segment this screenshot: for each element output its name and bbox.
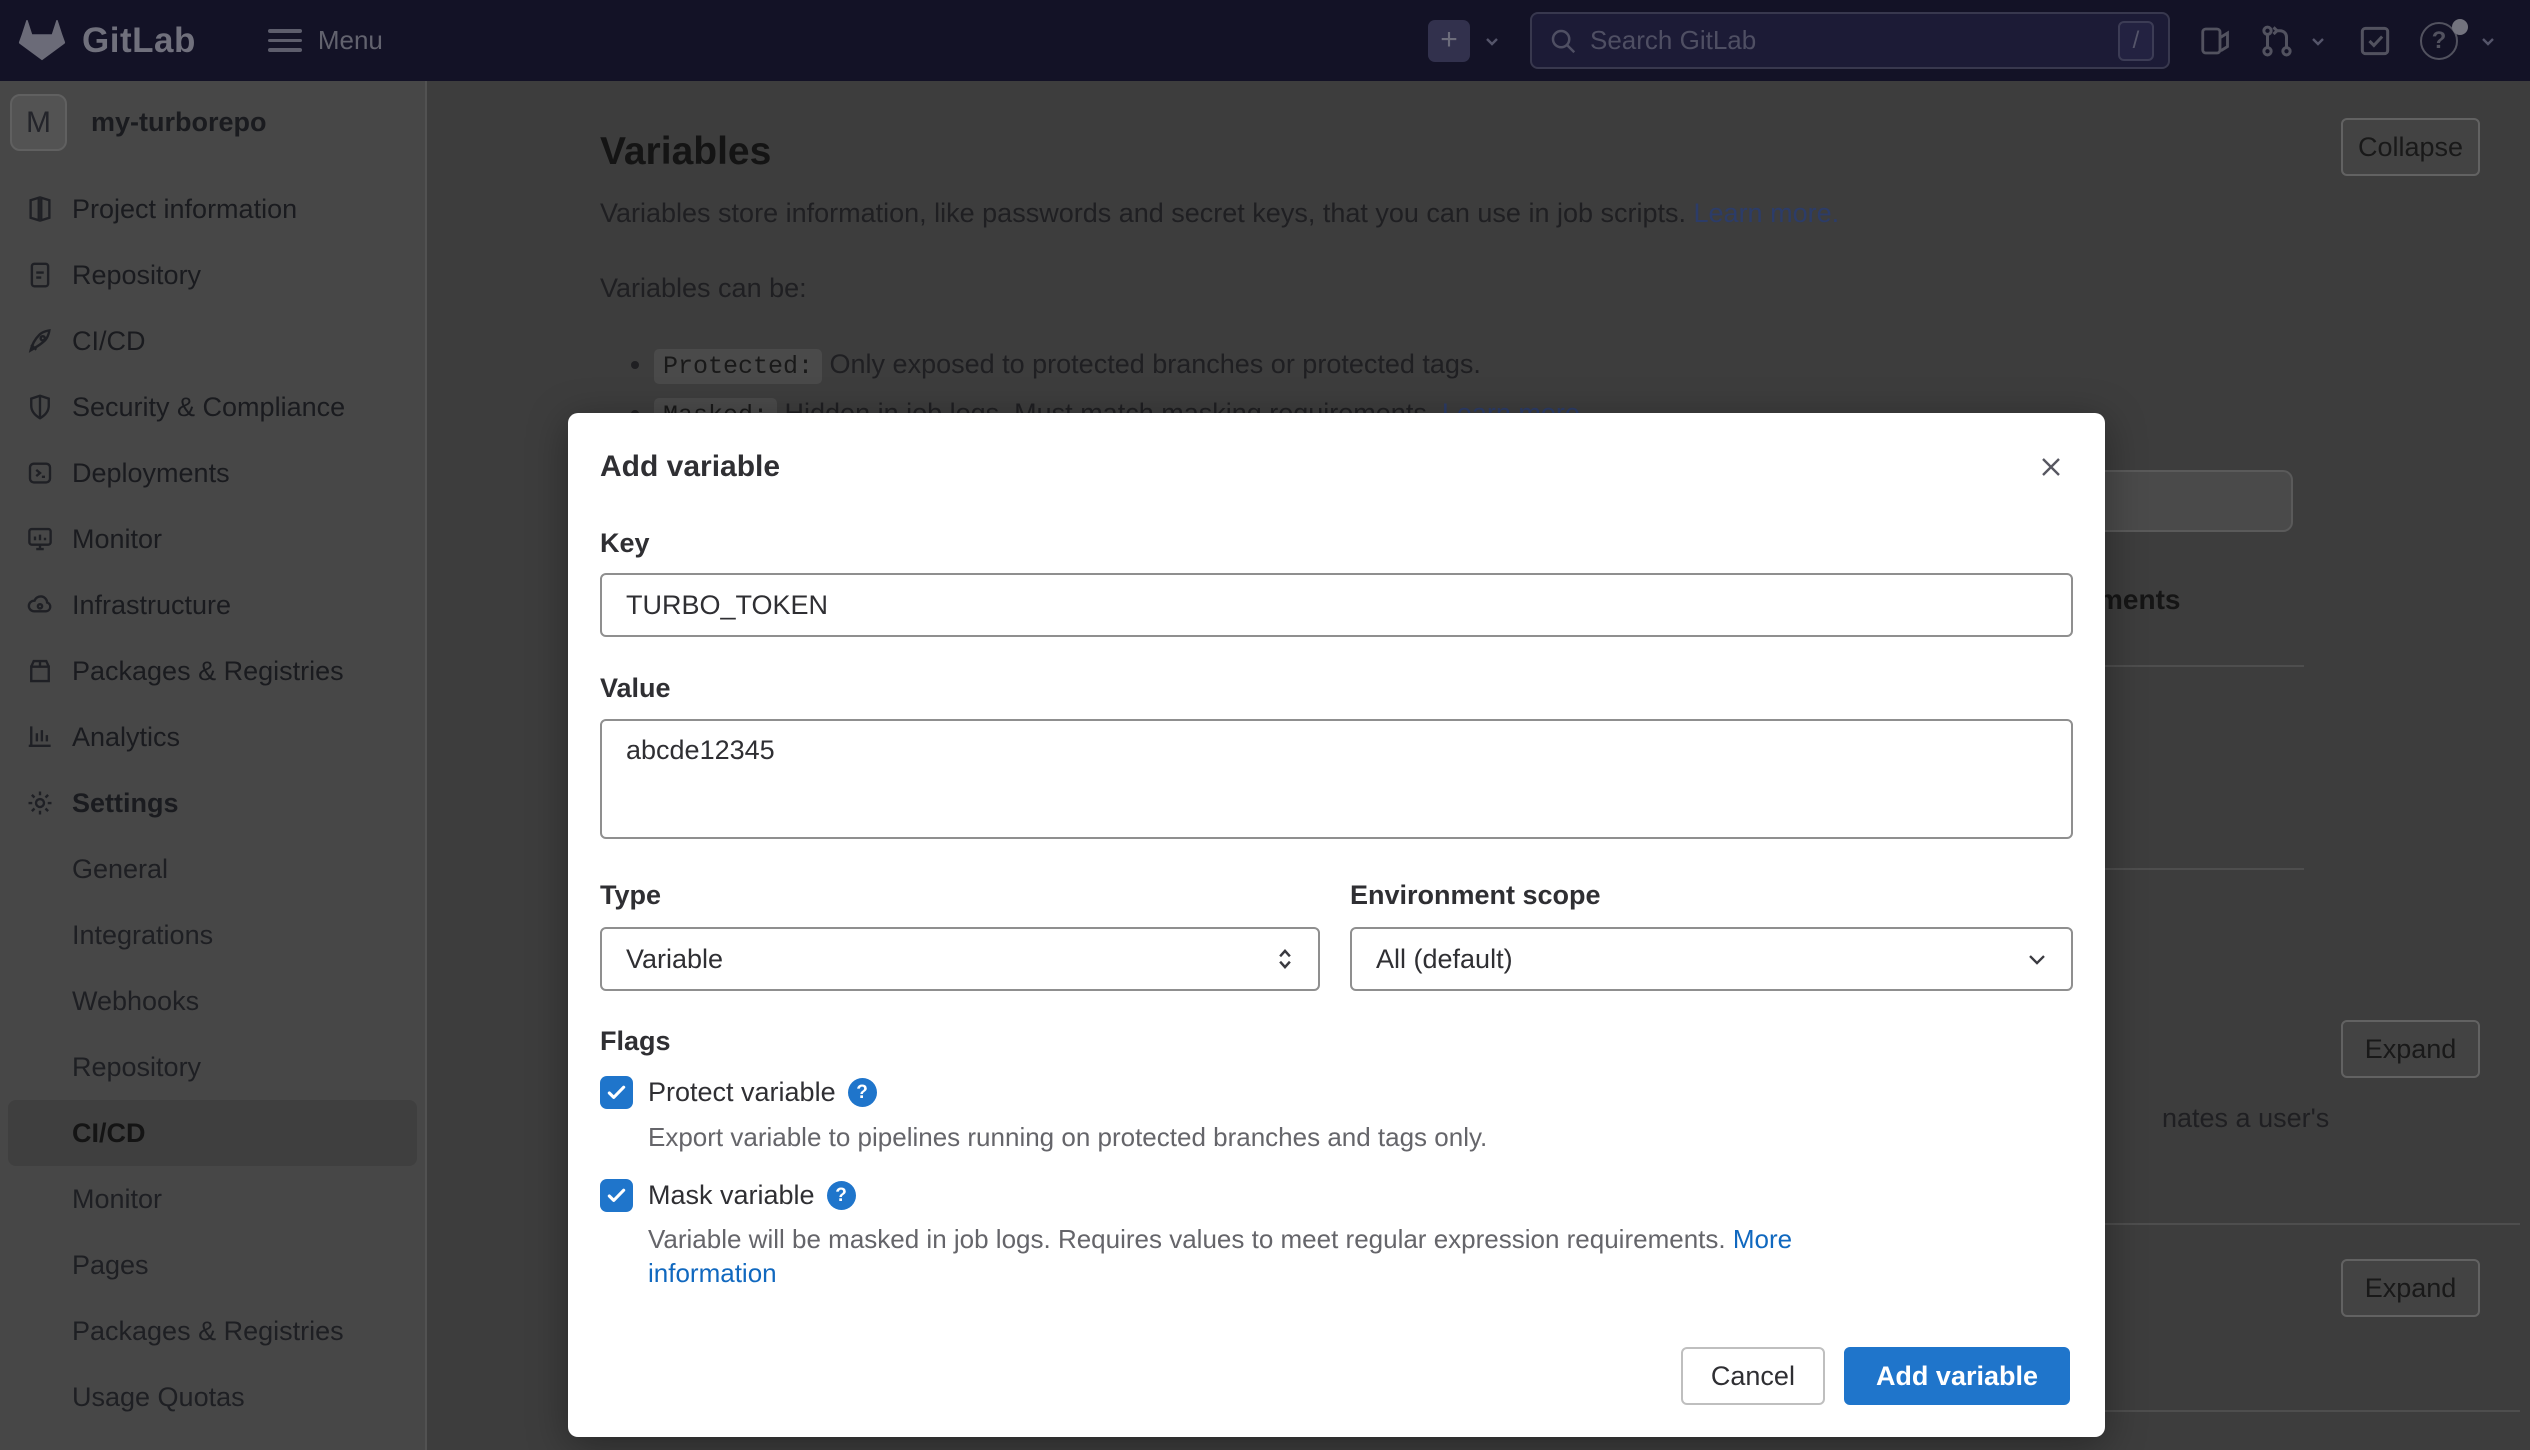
environment-scope-label: Environment scope [1350, 882, 2073, 909]
sidebar-subitem-usage-quotas[interactable]: Usage Quotas [0, 1364, 425, 1430]
help-icon[interactable]: ? [827, 1181, 856, 1210]
protect-variable-checkbox[interactable] [600, 1076, 633, 1109]
sidebar-item-deployments[interactable]: Deployments [0, 440, 425, 506]
key-input[interactable] [600, 573, 2073, 637]
rocket-icon [25, 326, 55, 356]
environment-scope-select[interactable]: All (default) [1350, 927, 2073, 991]
top-navbar: GitLab Menu + / [0, 0, 2530, 81]
project-avatar: M [10, 94, 67, 151]
hamburger-icon [268, 23, 302, 58]
sidebar-item-repository[interactable]: Repository [0, 242, 425, 308]
type-label: Type [600, 882, 1320, 909]
todos-icon[interactable] [2356, 22, 2394, 60]
value-textarea[interactable]: abcde12345 [600, 719, 2073, 839]
protect-variable-label[interactable]: Protect variable [648, 1077, 836, 1108]
left-sidebar: M my-turborepo Project information Repos… [0, 81, 427, 1450]
menu-button[interactable]: Menu [268, 23, 383, 58]
page-title: Variables [600, 130, 771, 174]
issues-icon[interactable] [2196, 23, 2232, 59]
add-variable-button[interactable]: Add variable [1844, 1347, 2070, 1405]
chart-icon [25, 722, 55, 752]
monitor-icon [25, 524, 55, 554]
expand-button[interactable]: Expand [2341, 1259, 2480, 1317]
mask-variable-label[interactable]: Mask variable [648, 1180, 815, 1211]
key-label: Key [600, 530, 2073, 557]
variables-list-intro: Variables can be: [600, 273, 807, 304]
protect-variable-row: Protect variable ? [600, 1076, 2073, 1109]
sidebar-subitem-general[interactable]: General [0, 836, 425, 902]
package-icon [25, 656, 55, 686]
expand-button[interactable]: Expand [2341, 1020, 2480, 1078]
book-icon [25, 194, 55, 224]
notification-dot [2452, 19, 2468, 35]
close-icon[interactable] [2035, 451, 2067, 483]
protect-variable-description: Export variable to pipelines running on … [648, 1120, 1918, 1154]
sidebar-subitem-webhooks[interactable]: Webhooks [0, 968, 425, 1034]
sidebar-item-security[interactable]: Security & Compliance [0, 374, 425, 440]
cancel-button[interactable]: Cancel [1681, 1347, 1825, 1405]
gear-icon [25, 788, 55, 818]
divider [2040, 1410, 2520, 1412]
add-variable-modal: Add variable Key Value abcde12345 Type V… [568, 413, 2105, 1437]
sidebar-item-settings[interactable]: Settings [0, 770, 425, 836]
variables-intro: Variables store information, like passwo… [600, 198, 1839, 229]
deploy-icon [25, 458, 55, 488]
sidebar-subitem-cicd-active[interactable]: CI/CD [8, 1100, 417, 1166]
tanuki-icon [18, 18, 66, 64]
learn-more-link[interactable]: Learn more. [1694, 198, 1840, 228]
menu-label: Menu [318, 25, 383, 56]
project-scope[interactable]: M my-turborepo [10, 94, 425, 151]
chevron-down-icon [2023, 945, 2051, 973]
global-search[interactable]: / [1530, 12, 2170, 69]
cloud-gear-icon [25, 590, 55, 620]
sidebar-item-packages[interactable]: Packages & Registries [0, 638, 425, 704]
help-icon[interactable]: ? [848, 1078, 877, 1107]
sidebar-subitem-repository[interactable]: Repository [0, 1034, 425, 1100]
project-name: my-turborepo [91, 107, 267, 138]
new-item-button[interactable]: + [1428, 20, 1470, 62]
chevron-down-icon[interactable] [2476, 29, 2500, 53]
shield-icon [25, 392, 55, 422]
description-text-fragment: nates a user's [2162, 1103, 2329, 1134]
sidebar-item-cicd[interactable]: CI/CD [0, 308, 425, 374]
sidebar-item-infrastructure[interactable]: Infrastructure [0, 572, 425, 638]
gitlab-logo[interactable]: GitLab [18, 18, 196, 64]
search-shortcut-key: / [2118, 21, 2154, 61]
mask-variable-row: Mask variable ? [600, 1179, 2073, 1212]
chevron-down-icon[interactable] [2306, 29, 2330, 53]
document-icon [25, 260, 55, 290]
mask-variable-description: Variable will be masked in job logs. Req… [648, 1222, 1918, 1290]
search-icon [1548, 26, 1578, 56]
sidebar-item-monitor[interactable]: Monitor [0, 506, 425, 572]
select-arrows-icon [1272, 946, 1298, 972]
search-input[interactable] [1590, 25, 2118, 56]
gitlab-wordmark: GitLab [82, 21, 196, 61]
mask-variable-checkbox[interactable] [600, 1179, 633, 1212]
modal-title: Add variable [600, 413, 2073, 487]
divider [2040, 1223, 2520, 1225]
sidebar-subitem-integrations[interactable]: Integrations [0, 902, 425, 968]
sidebar-subitem-pages[interactable]: Pages [0, 1232, 425, 1298]
flags-label: Flags [600, 1026, 2073, 1057]
sidebar-item-project-information[interactable]: Project information [0, 176, 425, 242]
sidebar-subitem-monitor[interactable]: Monitor [0, 1166, 425, 1232]
value-label: Value [600, 675, 2073, 702]
sidebar-item-analytics[interactable]: Analytics [0, 704, 425, 770]
sidebar-subitem-packages[interactable]: Packages & Registries [0, 1298, 425, 1364]
type-select[interactable]: Variable [600, 927, 1320, 991]
bullet-protected: Protected: Only exposed to protected bra… [654, 348, 1587, 383]
environments-header-fragment: ments [2098, 584, 2180, 616]
merge-requests-icon[interactable] [2258, 22, 2296, 60]
chevron-down-icon [1480, 29, 1504, 53]
collapse-button[interactable]: Collapse [2341, 118, 2480, 176]
